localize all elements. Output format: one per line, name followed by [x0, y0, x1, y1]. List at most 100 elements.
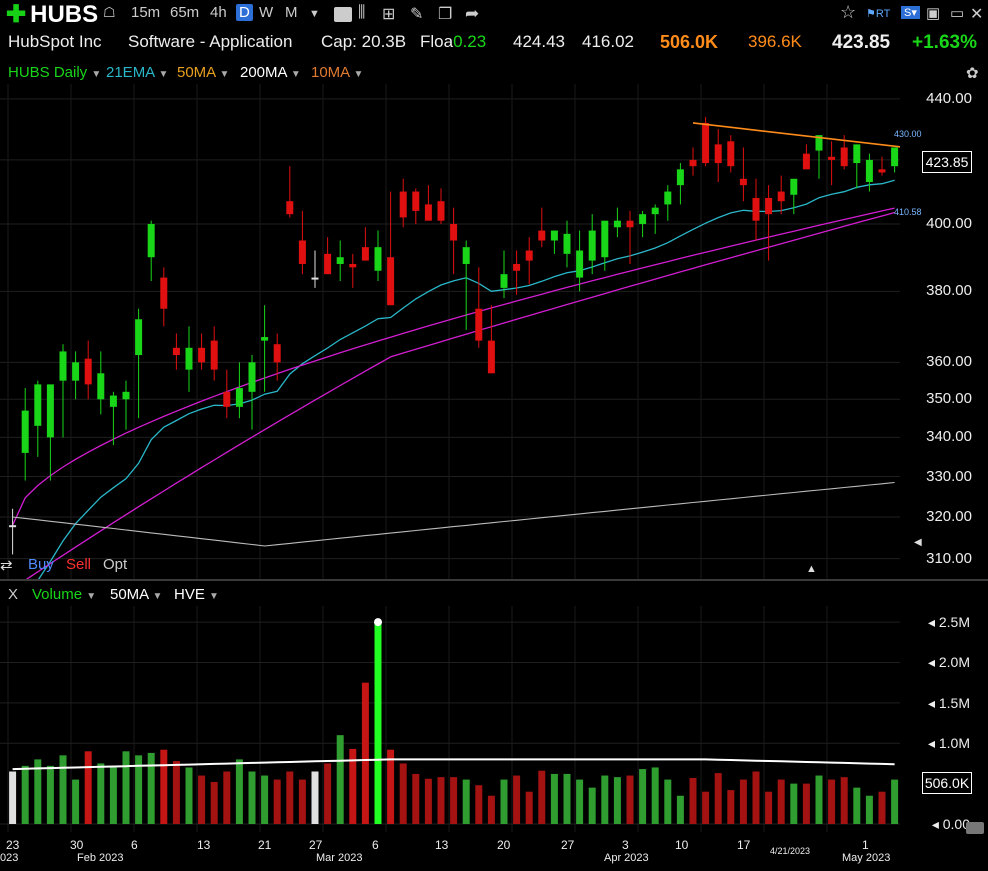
price-axis-label: 340.00: [926, 428, 972, 446]
volume-bar: [576, 779, 584, 824]
volume-bar: [891, 779, 899, 824]
interval-monthly[interactable]: M: [285, 4, 298, 21]
volume-bar: [513, 775, 521, 824]
avg-volume-value: 396.6K: [748, 32, 802, 51]
bell-icon[interactable]: ☖: [103, 4, 116, 21]
volume-settings-icon[interactable]: [966, 822, 984, 834]
volume-bar: [361, 682, 369, 824]
volume-chart[interactable]: [0, 606, 900, 832]
volume-close-button[interactable]: X: [8, 586, 18, 603]
chart-type-icon[interactable]: [334, 7, 352, 22]
candle-body: [689, 159, 697, 167]
candle-body: [21, 410, 29, 453]
volume-ma-label[interactable]: 50MA ▼: [110, 586, 162, 603]
palette-icon[interactable]: ✿: [966, 64, 979, 82]
volume-bar: [160, 749, 168, 824]
date-tick-label: 30: [70, 838, 84, 852]
candle-body: [576, 250, 584, 278]
volume-bar: [689, 777, 697, 824]
close-icon[interactable]: ✕: [970, 4, 983, 24]
ma200-line: [12, 481, 895, 547]
candle-body: [412, 191, 420, 211]
interval-dropdown-icon[interactable]: ▼: [309, 8, 320, 20]
volume-bar: [336, 735, 344, 824]
volume-bar: [9, 771, 17, 824]
candle-body: [601, 220, 609, 258]
month-label: Apr 2023: [604, 852, 649, 864]
volume-bar: [97, 763, 105, 824]
candle-body: [261, 337, 269, 341]
volume-bar: [198, 775, 206, 824]
price-axis-label: 320.00: [926, 507, 972, 525]
scroll-up-icon[interactable]: ▲: [806, 563, 817, 575]
candle-body: [500, 274, 508, 288]
date-tick-label: 1: [862, 838, 869, 852]
price-chart[interactable]: [0, 84, 900, 580]
price-axis-label: 310.00: [926, 549, 972, 567]
opt-button[interactable]: Opt: [103, 556, 127, 573]
date-tick-label: 10: [675, 838, 689, 852]
volume-axis-label: ◂ 1.5M: [927, 694, 970, 711]
add-symbol-icon[interactable]: ✚: [6, 1, 26, 28]
star-icon[interactable]: ☆: [840, 2, 856, 23]
toolbar: ✚ HUBS ☖ 15m 65m 4h D W M ▼ ⫼ ⊞ ✎ ❐ ➦ ☆ ⚑…: [0, 0, 988, 28]
candle-body: [714, 144, 722, 164]
interval-15m[interactable]: 15m: [131, 4, 160, 21]
candle-body: [550, 230, 558, 241]
trade-arrows-icon[interactable]: ⇄: [0, 556, 13, 574]
interval-4h[interactable]: 4h: [210, 4, 227, 21]
candle-body: [273, 344, 281, 363]
candle-body: [765, 197, 773, 215]
ma200-label[interactable]: 200MA ▼: [240, 64, 301, 81]
candle-body: [210, 340, 218, 370]
bars-icon[interactable]: ⫼: [358, 4, 365, 22]
volume-bar: [412, 773, 420, 824]
draw-pencil-icon[interactable]: ✎: [410, 4, 423, 24]
sell-button[interactable]: Sell: [66, 556, 91, 573]
candle-body: [891, 147, 899, 167]
ema21-label[interactable]: 21EMA ▼: [106, 64, 168, 81]
high-value: 424.43: [513, 32, 565, 51]
volume-label[interactable]: Volume ▼: [32, 586, 96, 603]
quote-bar: HubSpot Inc Software - Application Cap: …: [0, 30, 988, 58]
volume-axis-label: ◂ 2.0M: [927, 654, 970, 671]
interval-daily[interactable]: D: [236, 4, 253, 21]
hve-label[interactable]: HVE ▼: [174, 586, 219, 603]
buy-button[interactable]: Buy: [28, 556, 54, 573]
panel-divider[interactable]: [0, 579, 988, 581]
symbol-label[interactable]: ✚ HUBS: [6, 0, 98, 29]
interval-weekly[interactable]: W: [259, 4, 273, 21]
volume-bar: [21, 765, 29, 824]
date-tick-label: 27: [561, 838, 575, 852]
ma50-label[interactable]: 50MA ▼: [177, 64, 229, 81]
main-series-label[interactable]: HUBS Daily ▼: [8, 64, 101, 81]
date-tick-label: 3: [622, 838, 629, 852]
volume-bar: [626, 775, 634, 824]
window-icon[interactable]: ▭: [950, 4, 964, 22]
candle-body: [802, 153, 810, 170]
date-tick-label: 27: [309, 838, 323, 852]
save-icon[interactable]: ▣: [926, 4, 940, 22]
ma10-label[interactable]: 10MA ▼: [311, 64, 363, 81]
volume-bar: [639, 769, 647, 824]
volume-bar: [437, 777, 445, 824]
alert-high-label: 430.00: [894, 129, 922, 139]
volume-bar: [387, 749, 395, 824]
layers-icon[interactable]: ❐: [438, 4, 452, 24]
candle-body: [865, 159, 873, 182]
volume-bar: [613, 777, 621, 824]
volume-bar: [865, 795, 873, 824]
date-tick-label: 17: [737, 838, 751, 852]
sector: Software - Application: [128, 32, 293, 51]
realtime-icon[interactable]: ⚑RT: [866, 7, 890, 20]
s-dollar-icon[interactable]: S▾: [901, 6, 920, 19]
interval-65m[interactable]: 65m: [170, 4, 199, 21]
candle-body: [172, 347, 180, 356]
volume-bar: [878, 791, 886, 824]
candle-body: [828, 156, 836, 160]
volume-value: 506.0K: [660, 32, 719, 52]
axis-scroll-icon[interactable]: ◀: [914, 537, 922, 548]
share-icon[interactable]: ➦: [465, 4, 479, 24]
add-indicator-icon[interactable]: ⊞: [382, 4, 395, 24]
price-axis-label: 440.00: [926, 89, 972, 107]
